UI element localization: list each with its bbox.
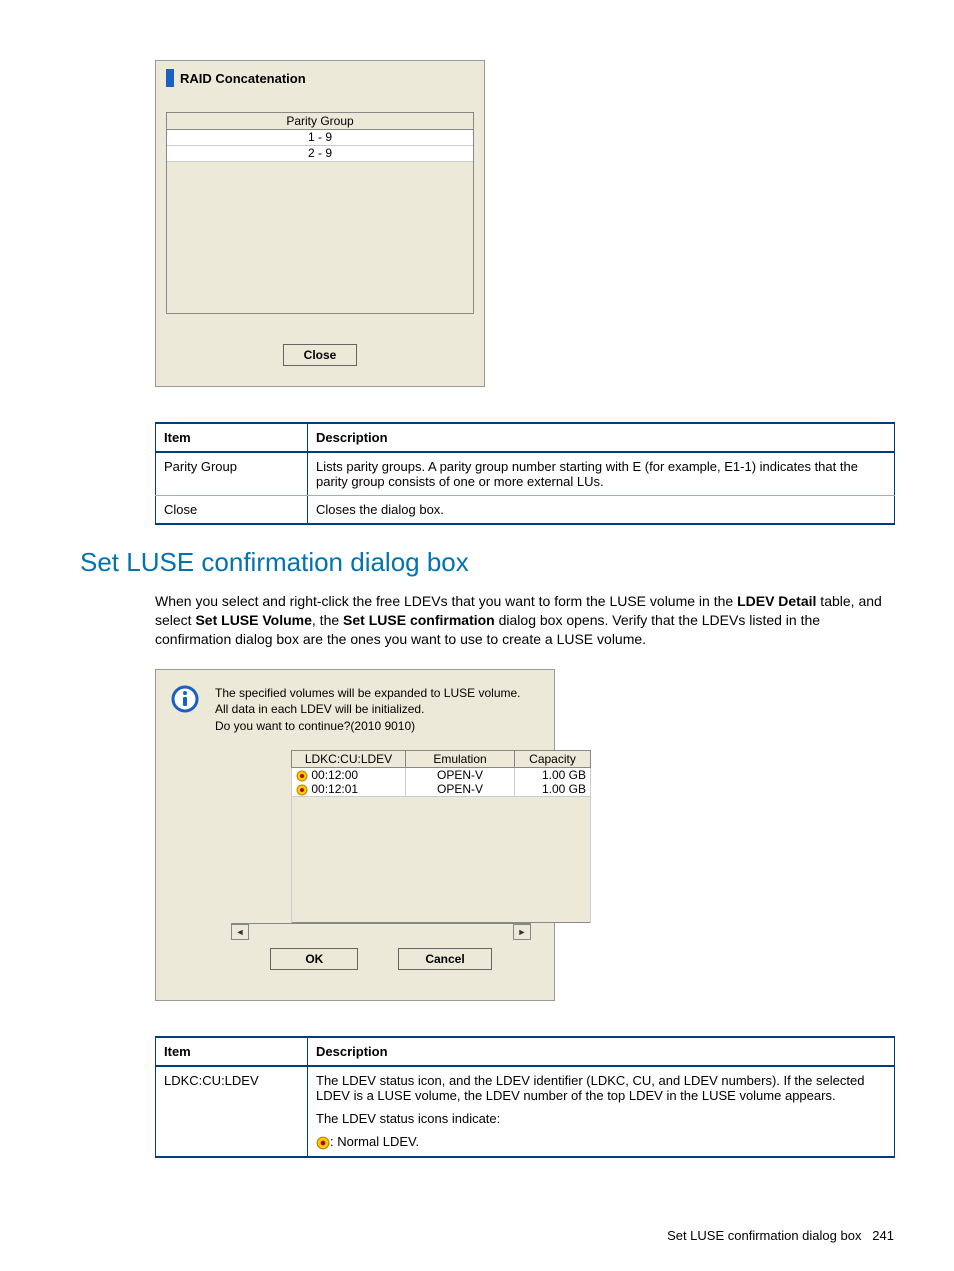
col-emulation[interactable]: Emulation (406, 751, 515, 768)
confirmation-message: The specified volumes will be expanded t… (215, 685, 521, 735)
close-button[interactable]: Close (283, 344, 358, 366)
cell-item: Close (156, 496, 308, 525)
col-item: Item (156, 1037, 308, 1066)
table-row: LDKC:CU:LDEV The LDEV status icon, and t… (156, 1066, 895, 1157)
dialog-title: RAID Concatenation (180, 71, 306, 86)
ok-button[interactable]: OK (270, 948, 358, 970)
col-description: Description (308, 423, 895, 452)
cell-desc: Lists parity groups. A parity group numb… (308, 452, 895, 496)
col-ldkc-cu-ldev[interactable]: LDKC:CU:LDEV (292, 751, 406, 768)
info-icon (171, 685, 199, 713)
set-luse-desc-table: Item Description LDKC:CU:LDEV The LDEV s… (155, 1036, 895, 1158)
ldev-grid: LDKC:CU:LDEV Emulation Capacity 00:12:00… (291, 750, 591, 923)
col-item: Item (156, 423, 308, 452)
title-mark (166, 69, 174, 87)
table-row: Close Closes the dialog box. (156, 496, 895, 525)
table-row[interactable]: 00:12:00 OPEN-V 1.00 GB (292, 768, 591, 783)
raid-concat-desc-table: Item Description Parity Group Lists pari… (155, 422, 895, 525)
column-header[interactable]: Parity Group (167, 113, 473, 130)
cell-item: Parity Group (156, 452, 308, 496)
table-row: Parity Group Lists parity groups. A pari… (156, 452, 895, 496)
table-row[interactable]: 1 - 9 (167, 130, 473, 146)
table-row[interactable]: 2 - 9 (167, 146, 473, 162)
cell-item: LDKC:CU:LDEV (156, 1066, 308, 1157)
horizontal-scrollbar[interactable]: ◄ ► (231, 923, 531, 940)
ldev-normal-icon (296, 770, 308, 782)
col-capacity[interactable]: Capacity (515, 751, 591, 768)
parity-group-grid: Parity Group 1 - 9 2 - 9 (166, 112, 474, 314)
page-footer: Set LUSE confirmation dialog box 241 (0, 1228, 894, 1243)
cell-desc: The LDEV status icon, and the LDEV ident… (308, 1066, 895, 1157)
set-luse-confirmation-dialog: The specified volumes will be expanded t… (155, 669, 555, 1001)
scroll-right-icon[interactable]: ► (513, 924, 531, 940)
raid-concatenation-dialog: RAID Concatenation Parity Group 1 - 9 2 … (155, 60, 485, 387)
ldev-normal-icon (296, 784, 308, 796)
dialog-title-bar: RAID Concatenation (166, 69, 474, 87)
section-paragraph: When you select and right-click the free… (155, 592, 895, 649)
ldev-normal-icon (316, 1136, 330, 1150)
col-description: Description (308, 1037, 895, 1066)
cancel-button[interactable]: Cancel (398, 948, 491, 970)
scroll-left-icon[interactable]: ◄ (231, 924, 249, 940)
table-row[interactable]: 00:12:01 OPEN-V 1.00 GB (292, 782, 591, 797)
cell-desc: Closes the dialog box. (308, 496, 895, 525)
section-heading: Set LUSE confirmation dialog box (80, 547, 894, 578)
